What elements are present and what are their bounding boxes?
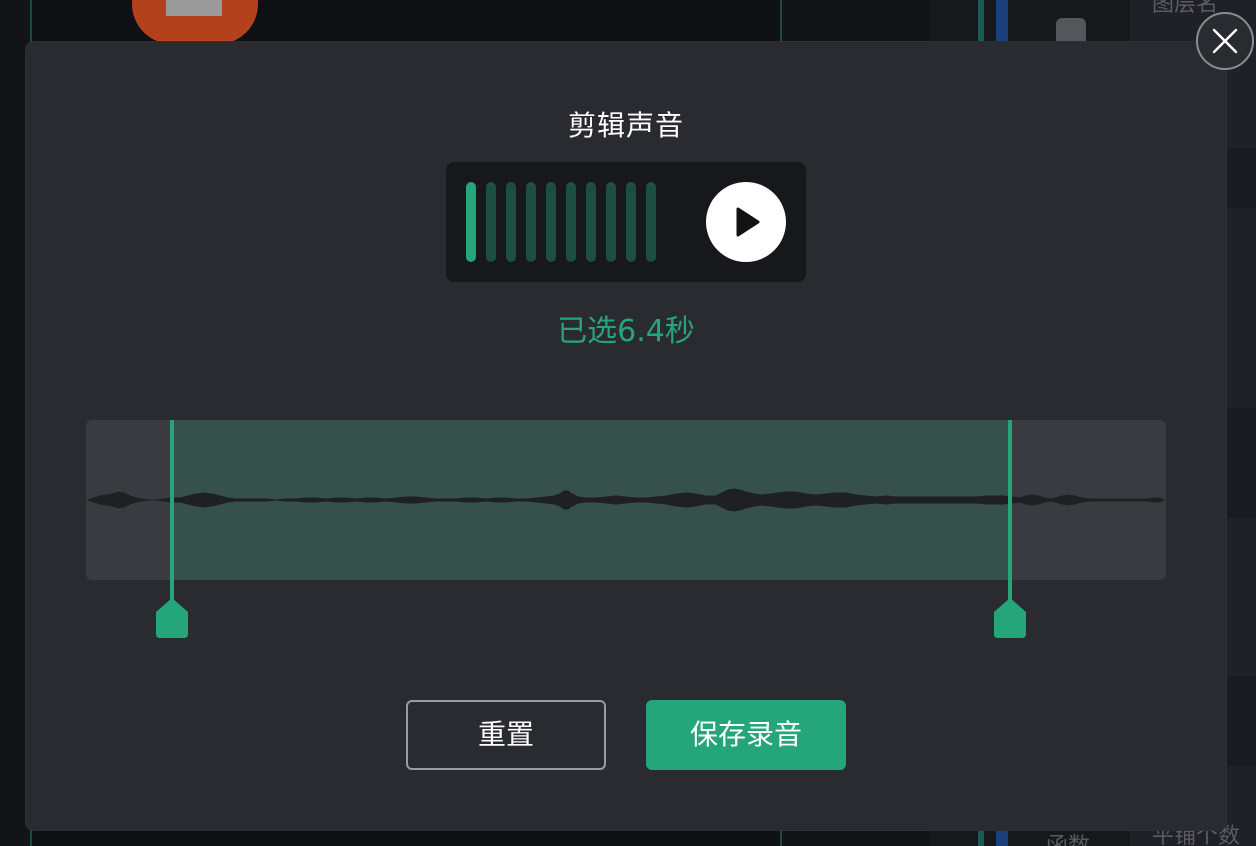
audio-player <box>446 162 806 282</box>
trim-end-line <box>1008 420 1013 606</box>
level-bar <box>606 182 616 262</box>
level-bar <box>626 182 636 262</box>
play-icon <box>736 207 760 237</box>
play-button[interactable] <box>706 182 786 262</box>
close-icon <box>1212 28 1238 54</box>
level-bar <box>646 182 656 262</box>
waveform-track[interactable] <box>86 420 1166 580</box>
trim-start-line <box>170 420 175 606</box>
waveform <box>86 488 1166 512</box>
level-bar <box>506 182 516 262</box>
save-recording-button[interactable]: 保存录音 <box>646 700 846 770</box>
level-bar <box>486 182 496 262</box>
selected-duration: 已选6.4秒 <box>557 314 695 349</box>
level-bar <box>526 182 536 262</box>
close-button[interactable] <box>1196 12 1254 70</box>
function-label: 函数 <box>1046 828 1090 846</box>
level-bar <box>586 182 596 262</box>
level-bar <box>546 182 556 262</box>
trim-start-knob-icon[interactable] <box>156 598 189 638</box>
level-bar <box>466 182 476 262</box>
dialog-title: 剪辑声音 <box>567 109 684 142</box>
sprite-thumbnail <box>132 0 258 44</box>
reset-button[interactable]: 重置 <box>406 700 606 770</box>
trim-sound-dialog: 剪辑声音 已选6.4秒 重置 保存录音 <box>26 42 1226 830</box>
trim-end-knob-icon[interactable] <box>994 598 1027 638</box>
panel-label-layer-name: 图层名 <box>1152 0 1219 17</box>
level-bar <box>566 182 576 262</box>
